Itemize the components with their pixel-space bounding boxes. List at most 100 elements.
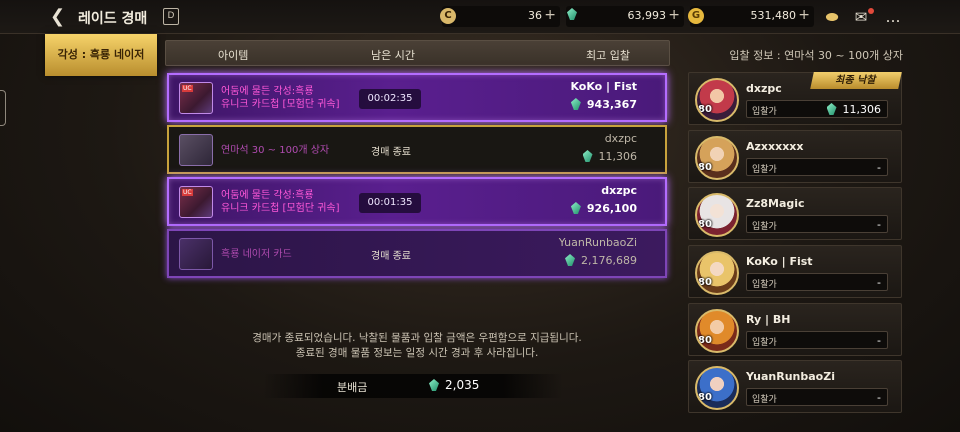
distribution-amount: 2,035 [429, 378, 479, 392]
bid-amount: - [877, 276, 881, 289]
bidder-name: KoKo | Fist [746, 255, 813, 268]
back-arrow-icon[interactable]: ❮ [50, 6, 65, 27]
auction-table-header: 아이템 남은 시간 최고 입찰 [165, 40, 670, 66]
column-top-bid: 최고 입찰 [586, 49, 630, 62]
item-name-line1: 어둠에 물든 각성:흑룡 [221, 190, 314, 201]
bid-amount-box: 입찰가 11,306 [746, 100, 888, 118]
bidder-card: 80 KoKo | Fist 입찰가 - [688, 245, 902, 298]
bid-amount: - [877, 391, 881, 404]
bid-amount: - [877, 334, 881, 347]
top-bid-amount: 2,176,689 [565, 254, 637, 267]
item-name: 어둠에 물든 각성:흑룡 유니크 카드첩 [모험단 귀속] [221, 189, 340, 215]
bidder-card: 80 Ry | BH 입찰가 - [688, 303, 902, 356]
top-bid-amount: 943,367 [570, 98, 637, 111]
gem-icon [570, 98, 581, 110]
add-icon[interactable]: + [544, 7, 556, 23]
auction-row-selected[interactable]: 연마석 30 ~ 100개 상자 경매 종료 dxzpc 11,306 [167, 125, 667, 174]
auction-row[interactable]: UC 어둠에 물든 각성:흑룡 유니크 카드첩 [모험단 귀속] 00:01:3… [167, 177, 667, 226]
bid-value: 926,100 [586, 202, 637, 215]
bidder-name: YuanRunbaoZi [746, 370, 835, 383]
bid-label: 입찰가 [752, 165, 777, 175]
side-drawer-handle[interactable] [0, 90, 6, 126]
column-time: 남은 시간 [371, 49, 415, 62]
top-bidder-name: YuanRunbaoZi [558, 236, 637, 249]
top-bar: ❮ 레이드 경매 D C 36 + 63,993 + G 531,480 + ⬬… [0, 0, 960, 34]
gem-icon [565, 254, 576, 266]
top-bidder-name: dxzpc [604, 132, 637, 145]
avatar: 80 [695, 251, 739, 295]
notification-dot [868, 8, 874, 14]
currency-value: 63,993 [627, 9, 667, 22]
currency-value: 531,480 [750, 9, 797, 22]
bidder-card: 80 Azxxxxxx 입찰가 - [688, 130, 902, 183]
auction-row[interactable]: 흑룡 네이저 카드 경매 종료 YuanRunbaoZi 2,176,689 [167, 229, 667, 278]
bidder-name: dxzpc [746, 82, 782, 95]
bid-amount-box: 입찰가 - [746, 215, 888, 233]
avatar: 80 [695, 309, 739, 353]
level-label: 80 [698, 162, 712, 173]
level-label: 80 [698, 335, 712, 346]
item-name-line2: 유니크 카드첩 [모험단 귀속] [221, 99, 340, 110]
inventory-icon[interactable]: ⬬ [822, 8, 842, 26]
gold-coin-icon: G [688, 8, 704, 24]
card-album-icon: UC [179, 186, 213, 218]
level-label: 80 [698, 104, 712, 115]
time-remaining: 00:01:35 [359, 193, 421, 213]
distribution-label: 분배금 [337, 381, 368, 394]
notice-line2: 종료된 경매 물품 정보는 일정 시간 경과 후 사라집니다. [295, 347, 539, 359]
item-name: 연마석 30 ~ 100개 상자 [221, 145, 330, 156]
avatar: 80 [695, 136, 739, 180]
column-item: 아이템 [218, 49, 249, 62]
bid-amount-box: 입찰가 - [746, 158, 888, 176]
currency-value: 36 [528, 9, 542, 22]
auction-status: 경매 종료 [371, 251, 411, 262]
bid-value: 11,306 [842, 103, 882, 116]
bid-label: 입찰가 [752, 395, 777, 405]
page-title: 레이드 경매 [78, 11, 148, 27]
top-bidder-name: dxzpc [601, 184, 637, 197]
bid-amount-box: 입찰가 - [746, 331, 888, 349]
top-bid-amount: 926,100 [570, 202, 637, 215]
gem-icon [564, 8, 580, 24]
final-winner-badge: 최종 낙찰 [810, 72, 902, 89]
bid-label: 입찰가 [752, 222, 777, 232]
avatar: 80 [695, 78, 739, 122]
bid-value: 2,176,689 [581, 254, 637, 267]
add-icon[interactable]: + [668, 7, 680, 23]
avatar: 80 [695, 193, 739, 237]
top-bid-amount: 11,306 [582, 150, 637, 163]
bidder-card: 80 Zz8Magic 입찰가 - [688, 187, 902, 240]
bidder-name: Azxxxxxx [746, 140, 804, 153]
bidder-name: Zz8Magic [746, 197, 805, 210]
bid-amount-box: 입찰가 - [746, 273, 888, 291]
bid-amount: - [877, 161, 881, 174]
bid-label: 입찰가 [752, 280, 777, 290]
tab-awakening-nazer[interactable]: 각성 : 흑룡 네이저 [45, 34, 157, 76]
gem-icon [429, 379, 439, 391]
bid-info-title: 입찰 정보 : 연마석 30 ~ 100개 상자 [729, 49, 903, 62]
card-icon [179, 238, 213, 270]
gem-icon [826, 103, 837, 115]
circle-coin-icon: C [440, 8, 456, 24]
bid-label: 입찰가 [752, 338, 777, 348]
gem-icon [582, 150, 593, 162]
box-icon [179, 134, 213, 166]
bidder-card: 80 YuanRunbaoZi 입찰가 - [688, 360, 902, 413]
gem-icon [570, 202, 581, 214]
calendar-icon[interactable]: D [163, 8, 179, 25]
item-name: 어둠에 물든 각성:흑룡 유니크 카드첩 [모험단 귀속] [221, 85, 340, 111]
item-name-line1: 어둠에 물든 각성:흑룡 [221, 86, 314, 97]
avatar: 80 [695, 366, 739, 410]
currency-gem: 63,993 + [566, 6, 684, 27]
auction-notice: 경매가 종료되었습니다. 낙찰된 물품과 입찰 금액은 우편함으로 지급됩니다.… [166, 331, 668, 361]
bid-amount: 11,306 [826, 103, 882, 116]
bid-label: 입찰가 [752, 107, 777, 117]
add-icon[interactable]: + [798, 7, 810, 23]
chat-icon[interactable]: … [883, 8, 903, 26]
level-label: 80 [698, 277, 712, 288]
bid-amount-box: 입찰가 - [746, 388, 888, 406]
distribution-bar: 분배금 2,035 [263, 374, 563, 398]
auction-row[interactable]: UC 어둠에 물든 각성:흑룡 유니크 카드첩 [모험단 귀속] 00:02:3… [167, 73, 667, 122]
top-bidder-name: KoKo | Fist [570, 80, 637, 93]
level-label: 80 [698, 392, 712, 403]
